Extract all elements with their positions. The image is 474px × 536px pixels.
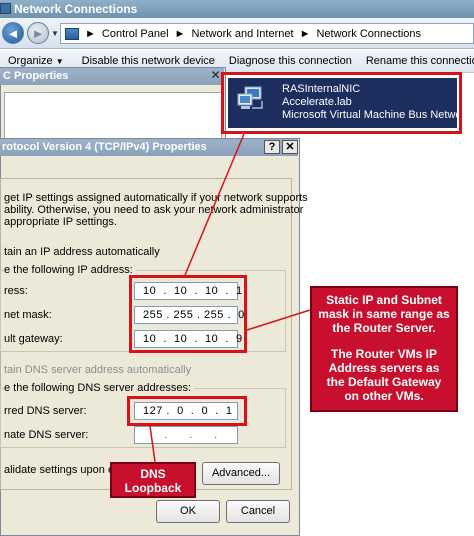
breadcrumb-separator-icon: ► xyxy=(85,27,96,40)
forward-arrow-icon: ► xyxy=(31,25,45,41)
obtain-dns-automatically-radio[interactable]: tain DNS server address automatically xyxy=(4,364,191,376)
alternate-dns-label: nate DNS server: xyxy=(4,429,89,441)
dropdown-arrow-icon: ▼ xyxy=(55,57,64,66)
address-row: ◄ ► ▼ ► Control Panel ► Network and Inte… xyxy=(0,18,474,49)
default-gateway-label: ult gateway: xyxy=(4,333,63,345)
preferred-dns-label: rred DNS server: xyxy=(4,405,87,417)
intro-text-line-3: appropriate IP settings. xyxy=(4,216,117,228)
ipv4-dialog-title: rotocol Version 4 (TCP/IPv4) Properties xyxy=(0,139,298,156)
back-button[interactable]: ◄ xyxy=(2,22,24,44)
close-icon[interactable]: ✕ xyxy=(282,140,298,154)
use-following-dns-radio[interactable]: e the following DNS server addresses: xyxy=(4,382,195,394)
static-ip-callout: Static IP and Subnet mask in same range … xyxy=(310,286,458,412)
breadcrumb-network-connections[interactable]: Network Connections xyxy=(316,28,421,40)
advanced-button[interactable]: Advanced... xyxy=(202,462,280,485)
ok-button[interactable]: OK xyxy=(156,500,220,523)
ip-address-label: ress: xyxy=(4,285,28,297)
breadcrumb-separator-icon: ► xyxy=(174,27,186,40)
subnet-mask-label: net mask: xyxy=(4,309,52,321)
dns-loopback-callout: DNS Loopback xyxy=(110,462,196,498)
window-icon xyxy=(0,3,11,14)
alternate-dns-field[interactable]: . . . xyxy=(134,426,238,444)
properties-title: C Properties xyxy=(0,68,224,85)
gateway-note: The Router VMs IP Address servers as the… xyxy=(326,347,442,403)
diagnose-connection-button[interactable]: Diagnose this connection xyxy=(229,55,352,67)
rename-connection-button[interactable]: Rename this connection xyxy=(366,55,474,67)
forward-button[interactable]: ► xyxy=(27,22,49,44)
disable-device-button[interactable]: Disable this network device xyxy=(82,55,215,67)
ip-settings-highlight-box xyxy=(129,275,247,353)
nic-highlight-box xyxy=(221,72,462,134)
help-icon[interactable]: ? xyxy=(264,140,280,154)
intro-text-line-1: get IP settings assigned automatically i… xyxy=(4,192,308,204)
cancel-button[interactable]: Cancel xyxy=(226,500,290,523)
organize-menu[interactable]: Organize ▼ xyxy=(8,55,64,67)
dns-highlight-box xyxy=(127,396,247,426)
validate-settings-checkbox[interactable]: alidate settings upon exit xyxy=(4,464,125,476)
back-arrow-icon: ◄ xyxy=(6,25,20,41)
address-bar[interactable]: ► Control Panel ► Network and Internet ►… xyxy=(60,23,474,44)
window-title: Network Connections xyxy=(14,2,138,16)
control-panel-icon xyxy=(65,27,79,40)
intro-text-line-2: ability. Otherwise, you need to ask your… xyxy=(4,204,304,216)
use-following-ip-radio[interactable]: e the following IP address: xyxy=(4,264,136,276)
breadcrumb-control-panel[interactable]: Control Panel xyxy=(102,28,169,40)
breadcrumb-network-and-internet[interactable]: Network and Internet xyxy=(191,28,293,40)
breadcrumb-separator-icon: ► xyxy=(299,27,311,40)
static-ip-note: Static IP and Subnet mask in same range … xyxy=(318,293,450,335)
recent-pages-dropdown-icon[interactable]: ▼ xyxy=(51,29,59,38)
window-title-bar: Network Connections xyxy=(0,0,474,18)
obtain-ip-automatically-radio[interactable]: tain an IP address automatically xyxy=(4,246,160,258)
